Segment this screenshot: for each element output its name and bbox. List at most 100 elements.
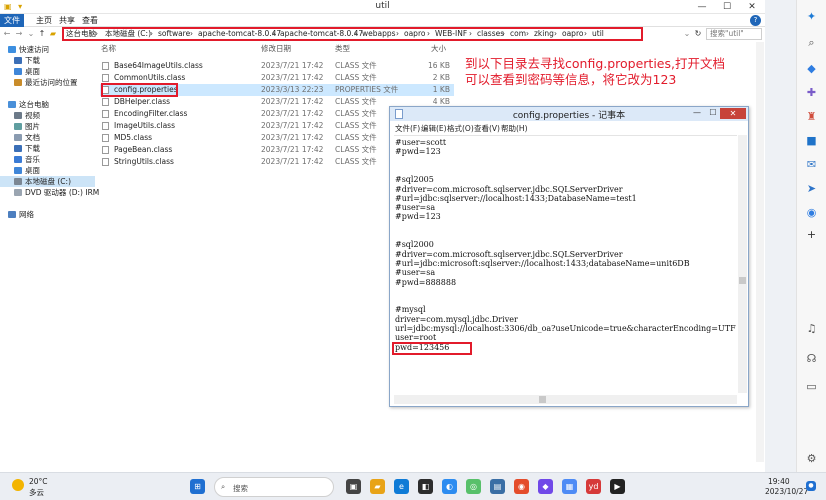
- breadcrumb-item[interactable]: com: [510, 29, 526, 39]
- office-icon[interactable]: ■: [805, 134, 818, 147]
- breadcrumb-item[interactable]: 这台电脑: [66, 29, 96, 39]
- column-header-date[interactable]: 修改日期: [261, 44, 291, 54]
- nav-quick-access[interactable]: 快速访问: [8, 44, 49, 55]
- explorer-vertical-scrollbar[interactable]: [756, 42, 764, 462]
- split-screen-icon[interactable]: ▭: [805, 380, 818, 393]
- clock-time[interactable]: 19:40: [768, 477, 790, 486]
- notepad-maximize-button[interactable]: ☐: [706, 108, 720, 118]
- tools-icon[interactable]: ✚: [805, 86, 818, 99]
- config-file-highlight-box: [101, 83, 178, 97]
- search-icon[interactable]: ⌕: [805, 36, 818, 49]
- breadcrumb-item-current[interactable]: util: [592, 29, 604, 39]
- breadcrumb-item[interactable]: classes: [477, 29, 504, 39]
- reading-icon[interactable]: ♫: [805, 322, 818, 335]
- breadcrumb-item[interactable]: zking: [534, 29, 554, 39]
- app-icon[interactable]: ◆: [538, 479, 553, 494]
- up-arrow-icon[interactable]: ↑: [37, 28, 47, 40]
- breadcrumb-item[interactable]: webapps: [362, 29, 396, 39]
- taskbar-search-box[interactable]: ⌕ 搜索: [214, 477, 334, 497]
- chrome-icon[interactable]: ◉: [514, 479, 529, 494]
- search-input[interactable]: 搜索"util": [706, 28, 762, 40]
- column-header-name[interactable]: 名称: [101, 44, 116, 54]
- shopping-icon[interactable]: ◆: [805, 62, 818, 75]
- menu-view[interactable]: 查看(V): [474, 123, 500, 134]
- nav-this-pc[interactable]: 这台电脑: [8, 99, 49, 110]
- close-button[interactable]: ✕: [740, 0, 764, 14]
- back-arrow-icon[interactable]: ←: [2, 28, 12, 40]
- drop-icon[interactable]: ◉: [805, 206, 818, 219]
- breadcrumb-item[interactable]: apache-tomcat-8.0.47: [198, 29, 281, 39]
- notepad-vertical-scrollbar[interactable]: [738, 135, 747, 393]
- nav-local-disk-c[interactable]: 本地磁盘 (C:): [0, 176, 95, 187]
- terminal-icon[interactable]: ▤: [490, 479, 505, 494]
- scroll-thumb[interactable]: [539, 396, 546, 403]
- maximize-button[interactable]: ☐: [715, 0, 739, 14]
- outlook-icon[interactable]: ✉: [805, 158, 818, 171]
- file-explorer-icon[interactable]: ▰: [370, 479, 385, 494]
- nav-pictures[interactable]: 图片: [14, 121, 40, 132]
- notepad-close-button[interactable]: ✕: [720, 108, 746, 119]
- address-bar[interactable]: 这台电脑 › 本地磁盘 (C:) › software › apache-tom…: [62, 27, 643, 41]
- forward-arrow-icon[interactable]: →: [14, 28, 24, 40]
- breadcrumb-item[interactable]: oapro: [562, 29, 583, 39]
- address-dropdown-chevron-icon[interactable]: ⌄: [682, 28, 692, 40]
- breadcrumb-item[interactable]: oapro: [404, 29, 425, 39]
- headset-icon[interactable]: ☊: [805, 352, 818, 365]
- nav-desktop-pc[interactable]: 桌面: [14, 165, 40, 176]
- tab-home[interactable]: 主页: [32, 14, 56, 27]
- breadcrumb-item[interactable]: 本地磁盘 (C:): [105, 29, 151, 39]
- nav-recent-places[interactable]: 最近访问的位置: [14, 77, 78, 88]
- start-windows-icon[interactable]: ⊞: [190, 479, 205, 494]
- menu-help[interactable]: 帮助(H): [501, 123, 528, 134]
- store-icon[interactable]: ◧: [418, 479, 433, 494]
- scroll-thumb[interactable]: [739, 277, 746, 284]
- media-player-icon[interactable]: ▶: [610, 479, 625, 494]
- youdao-icon[interactable]: yd: [586, 479, 601, 494]
- file-row[interactable]: Base64ImageUtils.class 2023/7/21 17:42 CLA…: [100, 60, 454, 72]
- column-header-type[interactable]: 类型: [335, 44, 350, 54]
- recent-locations-chevron-icon[interactable]: ⌄: [26, 28, 36, 40]
- nav-desktop[interactable]: 桌面: [14, 66, 40, 77]
- app-icon[interactable]: ▦: [562, 479, 577, 494]
- notepad-horizontal-scrollbar[interactable]: [394, 395, 737, 404]
- settings-gear-icon[interactable]: ⚙: [805, 452, 818, 465]
- breadcrumb-item[interactable]: apache-tomcat-8.0.47: [280, 29, 363, 39]
- menu-edit[interactable]: 编辑(E): [421, 123, 447, 134]
- annotation-line-1: 到以下目录去寻找config.properties,打开文档: [465, 56, 725, 71]
- notepad-minimize-button[interactable]: —: [690, 108, 704, 118]
- tab-view[interactable]: 查看: [78, 14, 102, 27]
- file-name: Base64ImageUtils.class: [114, 61, 203, 70]
- app-icon[interactable]: ◐: [442, 479, 457, 494]
- task-view-icon[interactable]: ▣: [346, 479, 361, 494]
- notification-icon[interactable]: ●: [806, 481, 816, 491]
- copilot-icon[interactable]: ✦: [805, 10, 818, 23]
- refresh-icon[interactable]: ↻: [693, 28, 703, 40]
- nav-network[interactable]: 网络: [8, 209, 34, 220]
- send-icon[interactable]: ➤: [805, 182, 818, 195]
- edge-browser-icon[interactable]: e: [394, 479, 409, 494]
- clock-date[interactable]: 2023/10/27: [765, 487, 808, 496]
- column-header-size[interactable]: 大小: [431, 44, 446, 54]
- nav-music[interactable]: 音乐: [14, 154, 40, 165]
- nav-videos[interactable]: 视频: [14, 110, 40, 121]
- add-icon[interactable]: +: [805, 228, 818, 241]
- file-date: 2023/7/21 17:42: [261, 73, 324, 82]
- help-icon[interactable]: ?: [750, 15, 761, 26]
- breadcrumb-item[interactable]: software: [158, 29, 190, 39]
- breadcrumb-item[interactable]: WEB-INF: [435, 29, 467, 39]
- weather-sun-icon[interactable]: [12, 479, 24, 491]
- menu-file[interactable]: 文件(F): [395, 123, 420, 134]
- nav-downloads[interactable]: 下载: [14, 55, 40, 66]
- temperature-text[interactable]: 20°C: [29, 477, 48, 486]
- file-icon: [102, 110, 109, 118]
- wechat-icon[interactable]: ◎: [466, 479, 481, 494]
- tab-file[interactable]: 文件: [0, 14, 24, 27]
- menu-format[interactable]: 格式(O): [447, 123, 474, 134]
- weather-text[interactable]: 多云: [29, 487, 44, 498]
- nav-dvd-drive[interactable]: DVD 驱动器 (D:) IRM: [14, 187, 99, 198]
- minimize-button[interactable]: —: [690, 0, 714, 14]
- games-icon[interactable]: ♜: [805, 110, 818, 123]
- nav-downloads-pc[interactable]: 下载: [14, 143, 40, 154]
- tab-share[interactable]: 共享: [55, 14, 79, 27]
- nav-documents[interactable]: 文档: [14, 132, 40, 143]
